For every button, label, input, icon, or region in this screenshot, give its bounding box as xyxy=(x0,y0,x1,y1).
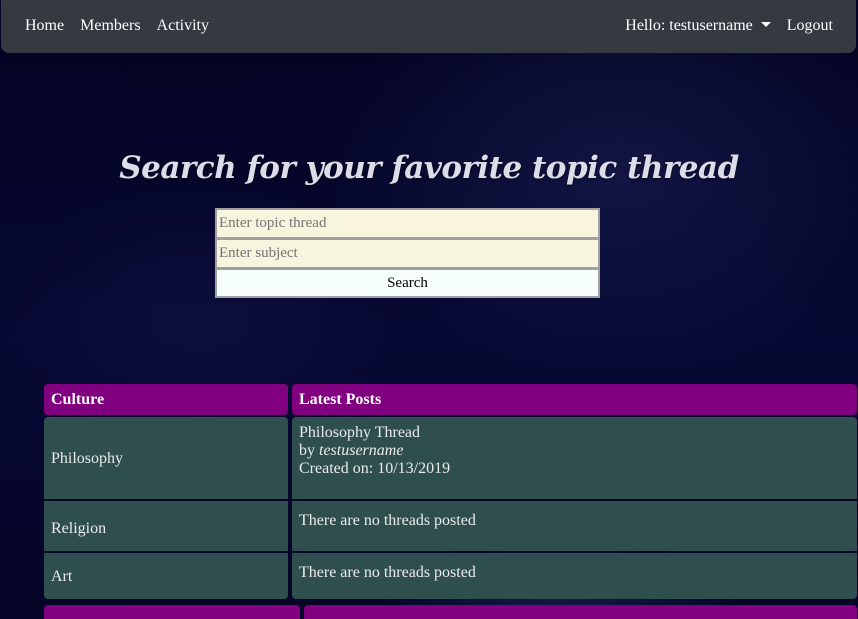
search-button[interactable]: Search xyxy=(215,268,600,298)
forum-header-row: Culture Latest Posts xyxy=(44,384,857,415)
nav-activity-link[interactable]: Activity xyxy=(157,17,209,35)
caret-down-icon xyxy=(760,22,771,27)
no-threads-message: There are no threads posted xyxy=(299,564,476,581)
forum-table: Culture Latest Posts Philosophy Philosop… xyxy=(44,384,857,599)
nav-right-links: Hello: testusername Logout xyxy=(625,17,833,35)
user-greeting: Hello: testusername xyxy=(625,17,753,34)
subject-input[interactable] xyxy=(215,238,600,268)
nav-left-links: Home Members Activity xyxy=(25,17,209,35)
search-form: Search xyxy=(215,208,600,298)
next-section-header-right xyxy=(304,605,857,619)
logout-link[interactable]: Logout xyxy=(787,17,833,35)
no-threads-message: There are no threads posted xyxy=(299,512,476,529)
user-dropdown-toggle[interactable]: Hello: testusername xyxy=(625,17,771,35)
category-cell: Art xyxy=(44,553,288,599)
top-navbar: Home Members Activity Hello: testusernam… xyxy=(1,0,856,53)
latest-posts-header: Latest Posts xyxy=(292,384,857,415)
category-link-religion[interactable]: Religion xyxy=(51,520,106,538)
table-row: Art There are no threads posted xyxy=(44,553,857,599)
thread-link-philosophy[interactable]: Philosophy Thread xyxy=(299,424,420,441)
table-row: Religion There are no threads posted xyxy=(44,501,857,551)
table-row: Philosophy Philosophy Thread by testuser… xyxy=(44,417,857,499)
topic-thread-input[interactable] xyxy=(215,208,600,238)
by-label: by xyxy=(299,442,315,459)
culture-header: Culture xyxy=(44,384,288,415)
category-link-philosophy[interactable]: Philosophy xyxy=(51,450,123,468)
thread-author: testusername xyxy=(319,442,404,459)
latest-post-cell: There are no threads posted xyxy=(292,501,857,551)
nav-members-link[interactable]: Members xyxy=(80,17,140,35)
category-cell: Philosophy xyxy=(44,417,288,499)
next-section-header xyxy=(44,605,857,619)
nav-home-link[interactable]: Home xyxy=(25,17,64,35)
next-section-header-left xyxy=(44,605,300,619)
latest-post-cell: Philosophy Thread by testusername Create… xyxy=(292,417,857,499)
category-link-art[interactable]: Art xyxy=(51,568,72,586)
thread-created-date: Created on: 10/13/2019 xyxy=(299,460,451,477)
latest-post: Philosophy Thread by testusername Create… xyxy=(299,424,450,478)
page-title: Search for your favorite topic thread xyxy=(119,150,739,186)
latest-post-cell: There are no threads posted xyxy=(292,553,857,599)
category-cell: Religion xyxy=(44,501,288,551)
